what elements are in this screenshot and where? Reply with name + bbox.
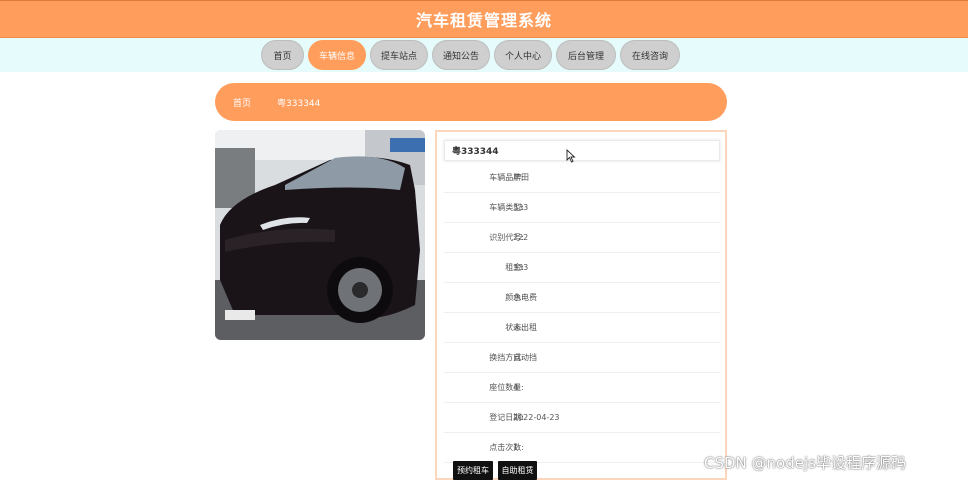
nav-item-notices[interactable]: 通知公告 <box>432 40 490 70</box>
nav-item-online-consult[interactable]: 在线咨询 <box>620 40 680 70</box>
car-image <box>215 130 425 340</box>
field-row-brand: 车辆品牌: 丰田 <box>444 163 720 193</box>
field-value: 自动挡 <box>513 353 537 362</box>
field-row-register-date: 登记日期: 2022-04-23 <box>444 403 720 433</box>
nav-item-vehicle-info[interactable]: 车辆信息 <box>308 40 366 70</box>
breadcrumb-current: 粤333344 <box>277 98 321 109</box>
field-value: 水电费 <box>513 293 537 302</box>
nav-item-pickup-stations[interactable]: 提车站点 <box>370 40 428 70</box>
app-title: 汽车租赁管理系统 <box>415 11 552 30</box>
field-label: 座位数量: <box>489 383 524 392</box>
field-row-rent: 租金: 333 <box>444 253 720 283</box>
field-value: 未出租 <box>513 323 537 332</box>
app-header: 汽车租赁管理系统 <box>0 0 968 38</box>
nav-item-admin[interactable]: 后台管理 <box>556 40 616 70</box>
field-row-type: 车辆类型: 333 <box>444 193 720 223</box>
vehicle-plate-title: 粤333344 <box>444 140 720 161</box>
field-row-vin: 识别代号: 222 <box>444 223 720 253</box>
field-value: 丰田 <box>513 173 529 182</box>
field-label: 点击次数: <box>489 443 524 452</box>
self-rental-button[interactable]: 自助租赁 <box>498 461 537 480</box>
field-value: 222 <box>513 233 529 242</box>
field-value: 1 <box>513 443 519 452</box>
nav-item-personal-center[interactable]: 个人中心 <box>494 40 552 70</box>
field-value: 4 <box>513 383 519 392</box>
vehicle-detail-panel: 粤333344 车辆品牌: 丰田 车辆类型: 333 识别代号: 222 租金:… <box>435 130 727 480</box>
field-row-status: 状态: 未出租 <box>444 313 720 343</box>
field-row-click-count: 点击次数: 1 <box>444 433 720 463</box>
main-nav: 首页 车辆信息 提车站点 通知公告 个人中心 后台管理 在线咨询 <box>0 38 968 72</box>
nav-item-home[interactable]: 首页 <box>261 40 304 70</box>
mouse-cursor-icon <box>566 149 576 163</box>
field-row-color: 颜色: 水电费 <box>444 283 720 313</box>
vehicle-photo <box>215 130 425 340</box>
field-row-seats: 座位数量: 4 <box>444 373 720 403</box>
field-value: 333 <box>513 203 529 212</box>
field-row-transmission: 换挡方式: 自动挡 <box>444 343 720 373</box>
breadcrumb: 首页 粤333344 <box>215 83 727 121</box>
field-value: 2022-04-23 <box>513 413 560 422</box>
watermark: CSDN @nodejs毕设程序源码 <box>704 454 906 472</box>
field-value: 333 <box>513 263 529 272</box>
reserve-rental-button[interactable]: 预约租车 <box>453 461 493 480</box>
breadcrumb-home-link[interactable]: 首页 <box>233 96 251 109</box>
